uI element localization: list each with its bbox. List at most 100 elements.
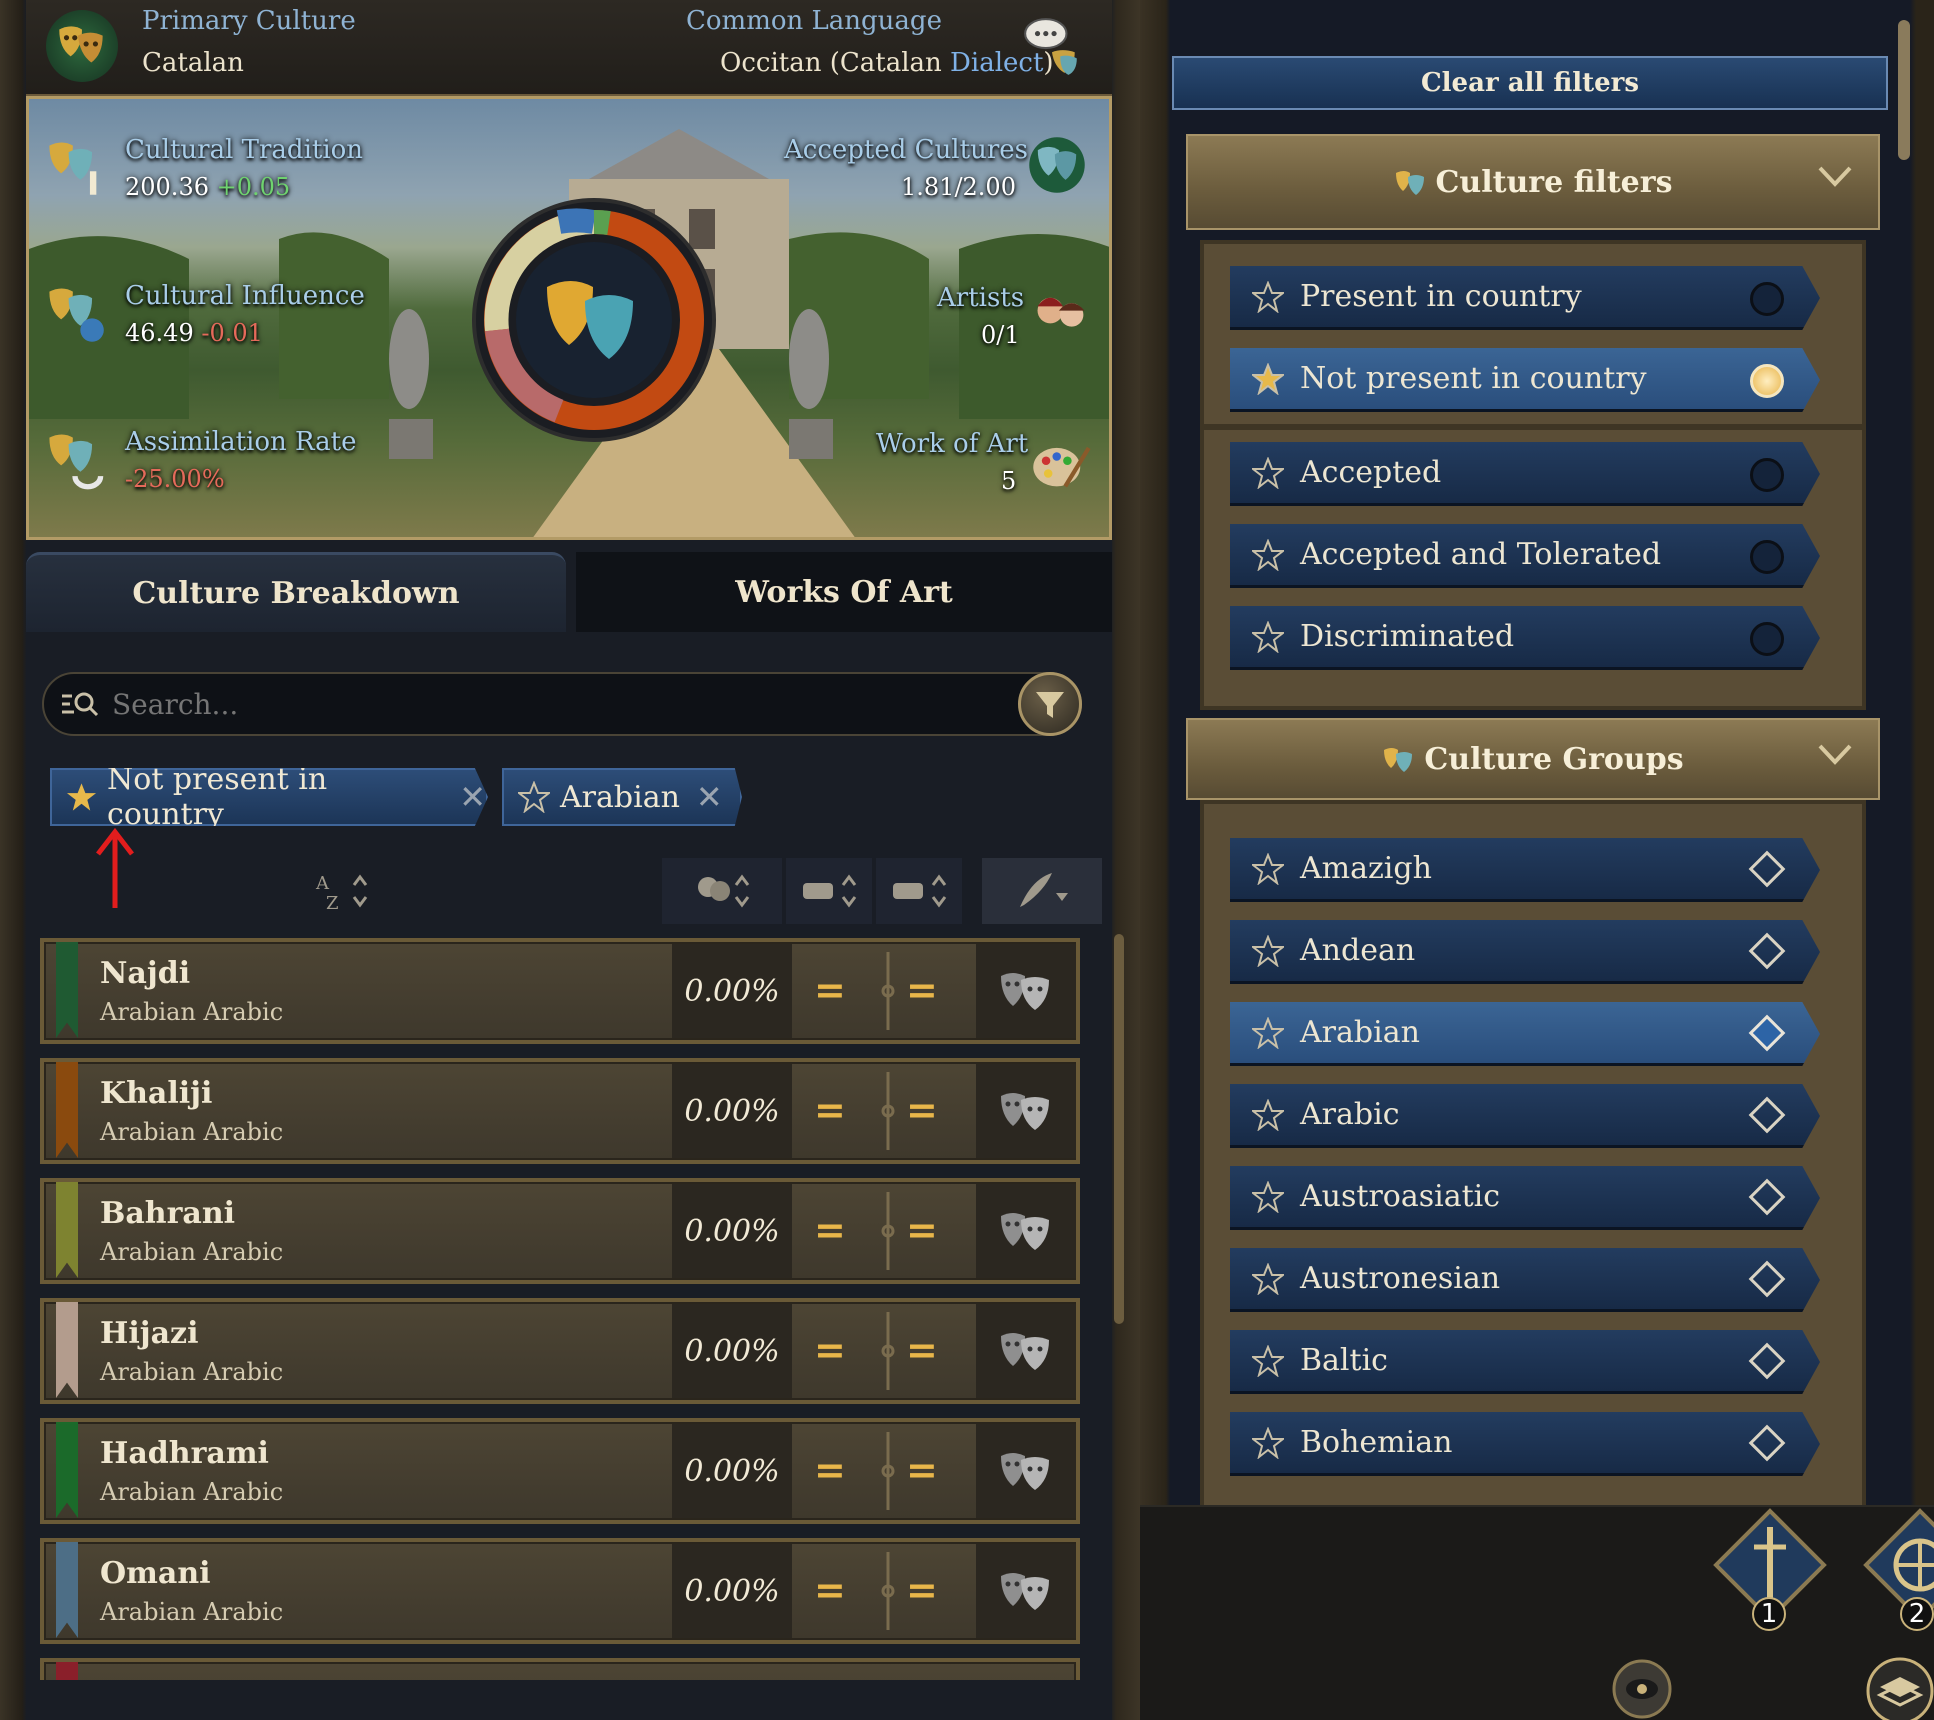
culture-row-najdi[interactable]: Najdi Arabian Arabic 0.00% = =: [40, 938, 1080, 1044]
culture-group-bohemian[interactable]: Bohemian: [1230, 1412, 1820, 1476]
primary-culture-value[interactable]: Catalan: [142, 48, 244, 78]
culture-row-khaliji[interactable]: Khaliji Arabian Arabic 0.00% = =: [40, 1058, 1080, 1164]
artists-value[interactable]: 0/1: [981, 321, 1020, 349]
group-diamond-toggle[interactable]: [1748, 850, 1786, 888]
culture-list-scrollbar[interactable]: [1114, 934, 1124, 1324]
sort-acceptance-down-button[interactable]: [876, 858, 962, 924]
filter-label: Not present in country: [1300, 361, 1647, 396]
filter-accepted-and-tolerated[interactable]: Accepted and Tolerated: [1230, 524, 1820, 588]
star-icon: [1252, 456, 1284, 489]
culture-mask-button[interactable]: [976, 1544, 1076, 1638]
search-input[interactable]: [112, 687, 972, 721]
divider-ornament: [881, 1072, 895, 1150]
eye-lens-icon[interactable]: [1610, 1657, 1674, 1720]
filter-radio[interactable]: [1750, 458, 1784, 492]
star-icon: [1252, 1262, 1284, 1295]
assimilation-rate-label: Assimilation Rate: [125, 427, 357, 457]
culture-mask-button[interactable]: [976, 1064, 1076, 1158]
sort-population-button[interactable]: [662, 858, 782, 924]
tab-culture-breakdown[interactable]: Culture Breakdown: [26, 552, 566, 632]
culture-group-amazigh[interactable]: Amazigh: [1230, 838, 1820, 902]
culture-composition-ring[interactable]: [469, 195, 719, 445]
filter-button[interactable]: [1018, 672, 1082, 736]
culture-panel-inner: Primary Culture Catalan Common Language …: [26, 0, 1124, 1720]
group-label: Amazigh: [1300, 851, 1432, 886]
cultural-influence-delta: -0.01: [201, 319, 263, 347]
tab-works-of-art[interactable]: Works Of Art: [576, 552, 1112, 632]
group-diamond-toggle[interactable]: [1748, 932, 1786, 970]
active-filter-chip-arabian[interactable]: Arabian ✕: [502, 768, 742, 826]
group-diamond-toggle[interactable]: [1748, 1178, 1786, 1216]
common-language-value[interactable]: Occitan (Catalan Dialect): [720, 48, 1054, 78]
group-diamond-toggle[interactable]: [1748, 1096, 1786, 1134]
culture-group-andean[interactable]: Andean: [1230, 920, 1820, 984]
culture-mask-button[interactable]: [976, 944, 1076, 1038]
group-diamond-toggle[interactable]: [1748, 1342, 1786, 1380]
sort-acceptance-up-button[interactable]: [786, 858, 872, 924]
culture-list: Najdi Arabian Arabic 0.00% = = Khaliji Arabian…: [40, 938, 1100, 1680]
layers-icon[interactable]: [1840, 1647, 1934, 1720]
sort-quill-dropdown[interactable]: [982, 858, 1102, 924]
cultural-tradition-number: 200.36: [125, 173, 209, 201]
culture-mask-button[interactable]: [976, 1184, 1076, 1278]
equal-icon: =: [906, 1448, 938, 1492]
culture-mask-button[interactable]: [976, 1424, 1076, 1518]
group-diamond-toggle[interactable]: [1748, 1014, 1786, 1052]
divider-ornament: [881, 952, 895, 1030]
group-diamond-toggle[interactable]: [1748, 1260, 1786, 1298]
work-of-art-value[interactable]: 5: [1001, 467, 1016, 495]
culture-mask-button[interactable]: [976, 1304, 1076, 1398]
primary-culture-label: Primary Culture: [142, 6, 356, 36]
culture-row-bahrani[interactable]: Bahrani Arabian Arabic 0.00% = =: [40, 1178, 1080, 1284]
culture-row-omani[interactable]: Omani Arabian Arabic 0.00% = =: [40, 1538, 1080, 1644]
culture-group-austroasiatic[interactable]: Austroasiatic: [1230, 1166, 1820, 1230]
group-label: Austroasiatic: [1300, 1179, 1501, 1214]
culture-row-hijazi[interactable]: Hijazi Arabian Arabic 0.00% = =: [40, 1298, 1080, 1404]
cultural-tradition-value[interactable]: 200.36 +0.05: [125, 173, 290, 201]
filter-radio[interactable]: [1750, 364, 1784, 398]
culture-color-ribbon: [56, 1062, 78, 1158]
close-icon[interactable]: ✕: [459, 778, 486, 816]
culture-row-hadhrami[interactable]: Hadhrami Arabian Arabic 0.00% = =: [40, 1418, 1080, 1524]
filter-panel-scrollbar[interactable]: [1898, 20, 1910, 160]
filter-radio[interactable]: [1750, 282, 1784, 316]
group-diamond-toggle[interactable]: [1748, 1424, 1786, 1462]
divider-ornament: [881, 1192, 895, 1270]
culture-filters-header[interactable]: Culture filters: [1186, 134, 1880, 230]
filter-accepted[interactable]: Accepted: [1230, 442, 1820, 506]
group-label: Austronesian: [1300, 1261, 1501, 1296]
culture-group-austronesian[interactable]: Austronesian: [1230, 1248, 1820, 1312]
culture-group-baltic[interactable]: Baltic: [1230, 1330, 1820, 1394]
sort-alphabetical-button[interactable]: AZ: [302, 858, 382, 924]
star-icon: [1252, 280, 1284, 313]
star-icon: [518, 781, 550, 813]
culture-group-arabic[interactable]: Arabic: [1230, 1084, 1820, 1148]
common-language-label: Common Language: [686, 6, 942, 36]
active-filter-chip-not-present[interactable]: Not present in country ✕: [50, 768, 488, 826]
clear-all-filters-button[interactable]: Clear all filters: [1172, 56, 1888, 110]
culture-row-partial[interactable]: [40, 1658, 1080, 1680]
equal-icon: =: [814, 1328, 846, 1372]
filter-not-present-in-country[interactable]: Not present in country: [1230, 348, 1820, 412]
culture-name: Hijazi: [100, 1316, 199, 1351]
filter-radio[interactable]: [1750, 622, 1784, 656]
equal-icon: =: [906, 1568, 938, 1612]
filter-panel-frame: Clear all filters Culture filters Presen…: [1140, 0, 1934, 1505]
svg-text:Z: Z: [326, 893, 339, 913]
assimilation-rate-value[interactable]: -25.00%: [125, 465, 225, 493]
filter-discriminated[interactable]: Discriminated: [1230, 606, 1820, 670]
chip-label: Arabian: [560, 779, 680, 815]
culture-groups-title: Culture Groups: [1424, 741, 1684, 777]
filter-present-in-country[interactable]: Present in country: [1230, 266, 1820, 330]
filter-radio[interactable]: [1750, 540, 1784, 574]
close-icon[interactable]: ✕: [696, 778, 723, 816]
culture-group-arabian[interactable]: Arabian: [1230, 1002, 1820, 1066]
cultural-influence-value[interactable]: 46.49 -0.01: [125, 319, 263, 347]
culture-name: Najdi: [100, 956, 191, 991]
primary-culture-masks-icon: [46, 10, 118, 82]
artists-label: Artists: [937, 283, 1025, 313]
culture-groups-header[interactable]: Culture Groups: [1186, 718, 1880, 800]
accepted-cultures-value[interactable]: 1.81/2.00: [901, 173, 1016, 201]
chevron-down-icon: [1818, 744, 1852, 765]
culture-name: Khaliji: [100, 1076, 213, 1111]
